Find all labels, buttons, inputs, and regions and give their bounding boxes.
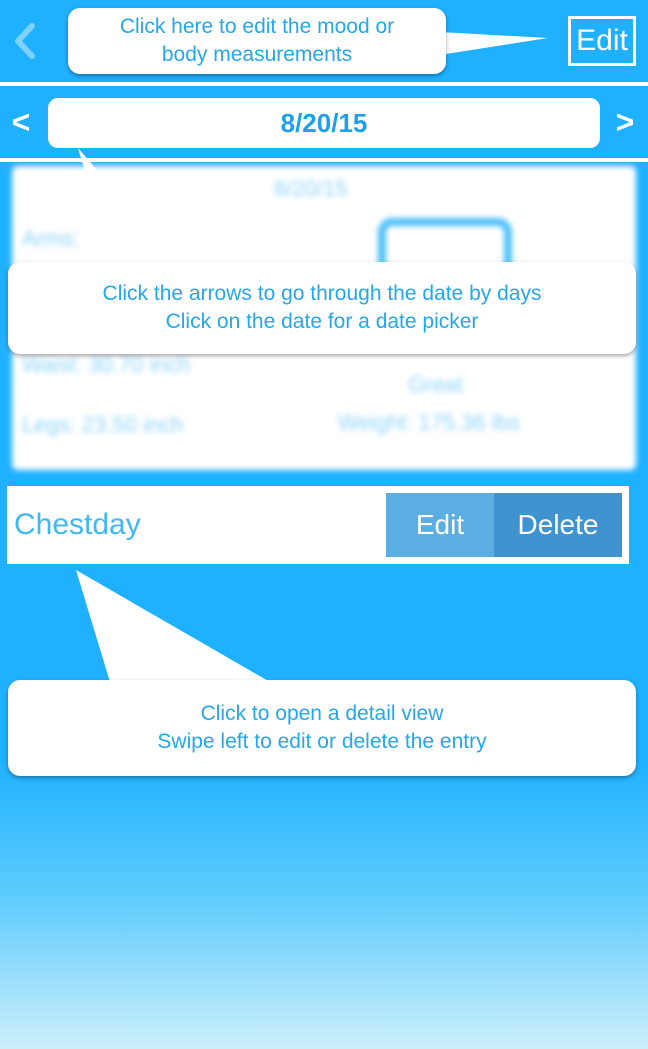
edit-hint-line2: body measurements: [161, 43, 353, 66]
date-hint-line1: Click the arrows to go through the date …: [102, 282, 542, 305]
date-hint-line2: Click on the date for a date picker: [165, 310, 479, 333]
edit-hint-line1: Click here to edit the mood or: [119, 15, 395, 38]
entry-hint-line2: Swipe left to edit or delete the entry: [157, 730, 487, 753]
entry-hint-line1: Click to open a detail view: [200, 702, 444, 725]
tooltip-pointers: [76, 32, 548, 682]
entry-hint-tooltip: Click to open a detail view Swipe left t…: [8, 680, 636, 776]
edit-hint-tooltip: Click here to edit the mood or body meas…: [68, 8, 446, 74]
date-hint-tooltip: Click the arrows to go through the date …: [8, 262, 636, 354]
